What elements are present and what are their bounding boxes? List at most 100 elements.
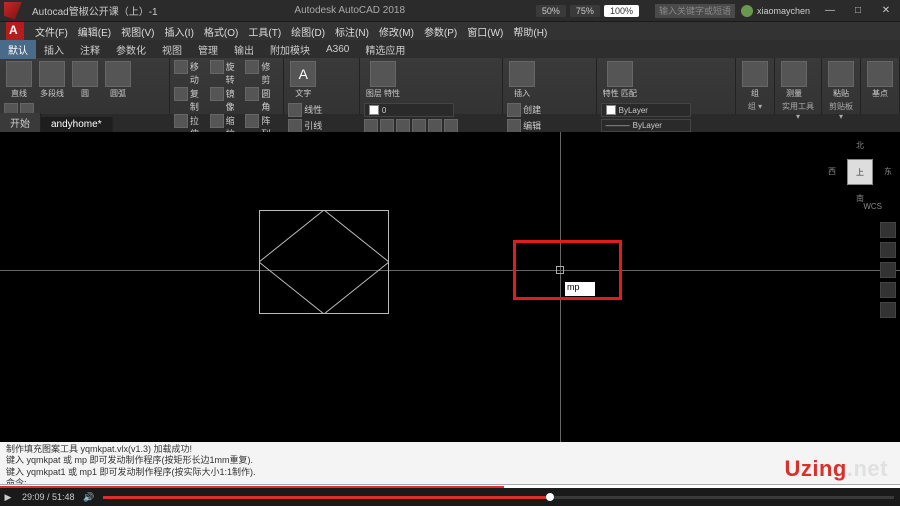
play-button[interactable]: ▶ xyxy=(0,492,16,503)
video-progress-thin xyxy=(0,486,504,488)
menu-format[interactable]: 格式(O) xyxy=(199,24,243,39)
rotate-icon[interactable] xyxy=(210,60,224,74)
window-close-button[interactable]: ✕ xyxy=(872,1,900,21)
menu-dimension[interactable]: 标注(N) xyxy=(330,24,374,39)
dim-linear-icon[interactable] xyxy=(288,103,302,117)
window-maximize-button[interactable]: □ xyxy=(844,1,872,21)
viewcube-east[interactable]: 东 xyxy=(884,166,892,177)
nav-pan-icon[interactable] xyxy=(880,242,896,258)
ribbon-tab-param[interactable]: 参数化 xyxy=(108,40,154,59)
tool-measure[interactable]: 测量 xyxy=(779,60,809,100)
tool-paste[interactable]: 粘贴 xyxy=(826,60,856,100)
app-menu-icon[interactable] xyxy=(6,22,24,40)
tool-leader[interactable]: 引线 xyxy=(304,119,322,133)
mirror-icon[interactable] xyxy=(210,87,224,101)
window-minimize-button[interactable]: — xyxy=(816,1,844,21)
watermark-suffix: .net xyxy=(847,456,888,481)
stretch-icon[interactable] xyxy=(174,114,188,128)
dynamic-input[interactable]: mp xyxy=(565,282,595,296)
move-icon[interactable] xyxy=(174,60,188,74)
help-search-input[interactable]: 输入关键字或短语 xyxy=(655,4,735,18)
ribbon-tab-view[interactable]: 视图 xyxy=(154,40,190,59)
tool-dim-linear[interactable]: 线性 xyxy=(304,103,322,117)
layer-tool-5-icon[interactable] xyxy=(428,119,442,133)
zoom-50[interactable]: 50% xyxy=(536,5,566,17)
file-tab-start[interactable]: 开始 xyxy=(0,113,41,132)
zoom-75[interactable]: 75% xyxy=(570,5,600,17)
viewcube-north[interactable]: 北 xyxy=(856,140,864,151)
tool-match-props[interactable]: 特性 匹配 xyxy=(601,60,639,100)
lineweight-dropdown[interactable]: ———ByLayer xyxy=(601,119,691,132)
tool-arc[interactable]: 圆弧 xyxy=(103,60,133,100)
ribbon-tab-annotate[interactable]: 注释 xyxy=(72,40,108,59)
tool-group[interactable]: 组 xyxy=(740,60,770,100)
nav-zoom-icon[interactable] xyxy=(880,262,896,278)
tool-circle[interactable]: 圆 xyxy=(70,60,100,100)
block-create-icon[interactable] xyxy=(507,103,521,117)
volume-icon[interactable]: 🔊 xyxy=(81,492,97,503)
tool-trim[interactable]: 修剪 xyxy=(261,60,279,86)
layer-tool-4-icon[interactable] xyxy=(412,119,426,133)
menu-draw[interactable]: 绘图(D) xyxy=(286,24,330,39)
layer-tool-6-icon[interactable] xyxy=(444,119,458,133)
block-edit-icon[interactable] xyxy=(507,119,521,133)
layer-tool-3-icon[interactable] xyxy=(396,119,410,133)
ribbon-tab-featured[interactable]: 精选应用 xyxy=(357,40,413,59)
menu-param[interactable]: 参数(P) xyxy=(419,24,462,39)
user-account[interactable]: xiaomaychen xyxy=(741,5,810,17)
viewcube[interactable]: 北 南 东 西 上 xyxy=(830,142,890,202)
file-tab-drawing[interactable]: andyhome* xyxy=(41,117,113,132)
ribbon-tab-output[interactable]: 输出 xyxy=(226,40,262,59)
wcs-label[interactable]: WCS xyxy=(863,202,882,211)
panel-clipboard-label[interactable]: 剪贴板 ▾ xyxy=(826,100,856,121)
tool-basepoint[interactable]: 基点 xyxy=(865,60,895,100)
menu-edit[interactable]: 编辑(E) xyxy=(73,24,116,39)
ribbon-tab-addin[interactable]: 附加模块 xyxy=(262,40,318,59)
menu-insert[interactable]: 插入(I) xyxy=(159,24,198,39)
layer-dropdown[interactable]: 0 xyxy=(364,103,454,117)
tool-text[interactable]: A文字 xyxy=(288,60,318,100)
tool-polyline[interactable]: 多段线 xyxy=(37,60,67,100)
ribbon-tab-insert[interactable]: 插入 xyxy=(36,40,72,59)
trim-icon[interactable] xyxy=(245,60,259,74)
tool-block-insert[interactable]: 插入 xyxy=(507,60,537,100)
tool-line[interactable]: 直线 xyxy=(4,60,34,100)
nav-orbit-icon[interactable] xyxy=(880,282,896,298)
scale-icon[interactable] xyxy=(210,114,224,128)
ribbon-tab-default[interactable]: 默认 xyxy=(0,40,36,59)
fillet-icon[interactable] xyxy=(245,87,259,101)
menu-tools[interactable]: 工具(T) xyxy=(243,24,286,39)
panel-group-label[interactable]: 组 ▾ xyxy=(740,100,770,112)
copy-icon[interactable] xyxy=(174,87,188,101)
tool-rotate[interactable]: 旋转 xyxy=(226,60,244,86)
menu-help[interactable]: 帮助(H) xyxy=(508,24,552,39)
tool-fillet[interactable]: 圆角 xyxy=(261,87,279,113)
layer-tool-1-icon[interactable] xyxy=(364,119,378,133)
layer-tool-2-icon[interactable] xyxy=(380,119,394,133)
ribbon-tab-manage[interactable]: 管理 xyxy=(190,40,226,59)
video-seek-knob[interactable] xyxy=(546,493,554,501)
tool-block-edit[interactable]: 编辑 xyxy=(523,119,541,133)
viewcube-face[interactable]: 上 xyxy=(847,159,873,185)
panel-modify: 移动 旋转 修剪 复制 镜像 圆角 拉伸 缩放 阵列 修改 ▾ xyxy=(170,58,284,114)
leader-icon[interactable] xyxy=(288,119,302,133)
tool-move[interactable]: 移动 xyxy=(190,60,208,86)
panel-utilities-label[interactable]: 实用工具 ▾ xyxy=(779,100,817,121)
menu-file[interactable]: 文件(F) xyxy=(30,24,73,39)
array-icon[interactable] xyxy=(245,114,259,128)
nav-wheel-icon[interactable] xyxy=(880,222,896,238)
menu-window[interactable]: 窗口(W) xyxy=(462,24,508,39)
viewcube-west[interactable]: 西 xyxy=(828,166,836,177)
tool-mirror[interactable]: 镜像 xyxy=(226,87,244,113)
zoom-100[interactable]: 100% xyxy=(604,5,639,17)
video-seekbar[interactable] xyxy=(103,496,894,499)
tool-block-create[interactable]: 创建 xyxy=(523,103,541,117)
ribbon-tab-a360[interactable]: A360 xyxy=(318,42,357,57)
nav-showmotion-icon[interactable] xyxy=(880,302,896,318)
menu-modify[interactable]: 修改(M) xyxy=(374,24,419,39)
menu-view[interactable]: 视图(V) xyxy=(116,24,159,39)
tool-layer-props[interactable]: 图层 特性 xyxy=(364,60,402,100)
color-dropdown[interactable]: ByLayer xyxy=(601,103,691,117)
tool-copy[interactable]: 复制 xyxy=(190,87,208,113)
drawing-canvas[interactable]: mp 北 南 东 西 上 WCS xyxy=(0,132,900,442)
